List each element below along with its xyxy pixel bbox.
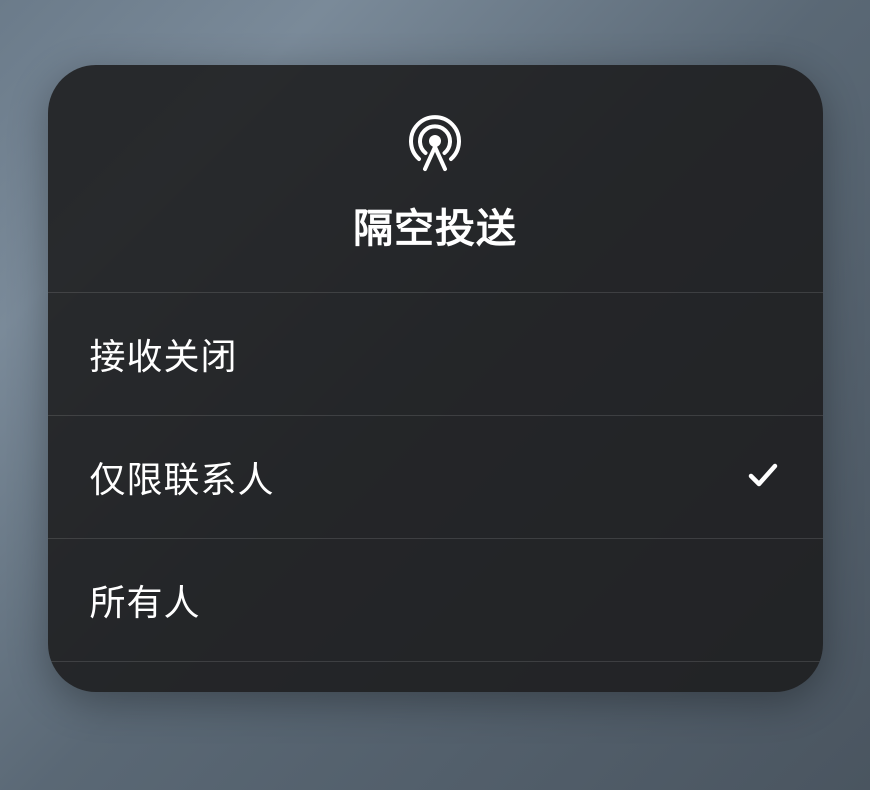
- option-label: 接收关闭: [90, 328, 238, 380]
- panel-spacer: [48, 662, 823, 692]
- option-label: 所有人: [90, 574, 201, 626]
- panel-title: 隔空投送: [353, 196, 517, 254]
- airdrop-panel: 隔空投送 接收关闭 仅限联系人 所有人: [48, 65, 823, 692]
- panel-header: 隔空投送: [48, 65, 823, 293]
- option-label: 仅限联系人: [90, 451, 275, 503]
- option-everyone[interactable]: 所有人: [48, 539, 823, 662]
- checkmark-icon: [745, 457, 781, 498]
- airdrop-icon: [403, 109, 467, 178]
- options-list: 接收关闭 仅限联系人 所有人: [48, 293, 823, 662]
- option-contacts-only[interactable]: 仅限联系人: [48, 416, 823, 539]
- option-receiving-off[interactable]: 接收关闭: [48, 293, 823, 416]
